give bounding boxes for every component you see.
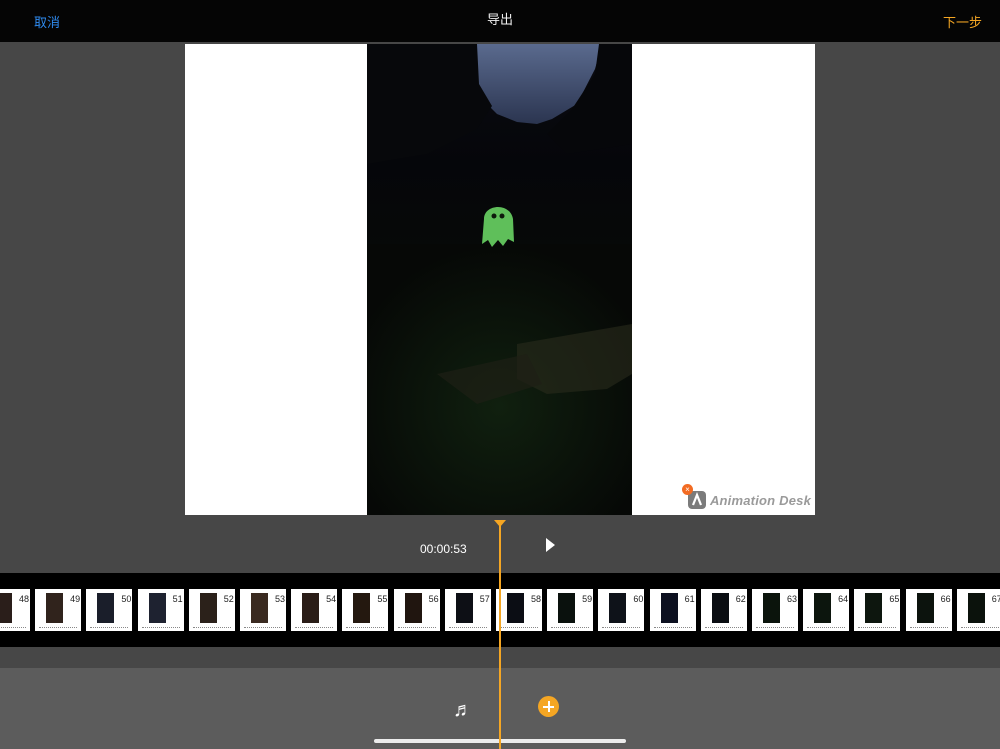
frame-thumbnail[interactable]: 61: [649, 589, 696, 631]
frame-image: [711, 593, 729, 623]
frame-thumbnail[interactable]: 50: [86, 589, 133, 631]
frame-caption-dots: [807, 627, 846, 629]
timecode: 00:00:53: [420, 542, 467, 556]
video-preview: × Animation Desk: [185, 44, 815, 515]
frame-thumbnail[interactable]: 64: [803, 589, 850, 631]
frame-caption-dots: [602, 627, 641, 629]
frame-number: 52: [223, 594, 234, 604]
frame-number: 56: [428, 594, 439, 604]
frame-number: 49: [70, 594, 81, 604]
frame-image: [763, 593, 780, 623]
frame-caption-dots: [448, 627, 487, 629]
frame-thumbnail[interactable]: 59: [547, 589, 594, 631]
scene-artwork: [367, 44, 632, 515]
frame-caption-dots: [39, 627, 78, 629]
frame-number: 60: [633, 594, 644, 604]
frame-image: [916, 593, 934, 623]
frame-image: [660, 593, 678, 623]
frame-number: 61: [684, 594, 695, 604]
music-note-icon[interactable]: ♬: [453, 699, 473, 722]
frame-number: 65: [889, 594, 900, 604]
frame-caption-dots: [756, 627, 794, 629]
frame-number: 64: [838, 594, 849, 604]
frame-caption-dots: [960, 627, 999, 629]
frame-thumbnail[interactable]: 62: [700, 589, 747, 631]
frame-image: [353, 593, 371, 623]
frame-caption-dots: [704, 627, 743, 629]
frame-thumbnail[interactable]: 67: [956, 589, 1000, 631]
frame-image: [46, 593, 64, 623]
ghost-figure: [482, 206, 514, 247]
frame-number: 67: [991, 594, 1000, 604]
frame-caption-dots: [653, 627, 692, 629]
frame-image: [251, 593, 268, 623]
frame-number: 51: [172, 594, 183, 604]
frame-image: [0, 593, 12, 623]
frame-image: [404, 593, 422, 623]
frame-thumbnail[interactable]: 57: [444, 589, 491, 631]
frame-thumbnail[interactable]: 66: [905, 589, 952, 631]
plus-circle-icon[interactable]: [538, 696, 559, 717]
frame-thumbnail[interactable]: 63: [752, 589, 798, 631]
frame-image: [97, 593, 115, 623]
frame-number: 54: [326, 594, 337, 604]
play-icon[interactable]: [546, 538, 555, 552]
frame-image: [865, 593, 883, 623]
frame-image: [302, 593, 320, 623]
frame-thumbnail[interactable]: 49: [35, 589, 82, 631]
frame-number: 58: [530, 594, 541, 604]
frame-number: 53: [274, 594, 285, 604]
frame-number: 59: [582, 594, 593, 604]
frame-caption-dots: [0, 627, 26, 629]
frame-thumbnail[interactable]: 60: [598, 589, 645, 631]
frame-thumbnail[interactable]: 48: [0, 589, 30, 631]
frame-image: [507, 593, 524, 623]
frame-caption-dots: [141, 627, 180, 629]
frame-caption-dots: [909, 627, 948, 629]
frame-caption-dots: [858, 627, 897, 629]
frame-image: [455, 593, 473, 623]
frame-thumbnail[interactable]: 65: [854, 589, 901, 631]
frame-caption-dots: [346, 627, 385, 629]
animation-desk-watermark: × Animation Desk: [681, 484, 811, 510]
frame-thumbnail[interactable]: 51: [137, 589, 184, 631]
frame-number: 66: [940, 594, 951, 604]
frame-number: 57: [479, 594, 490, 604]
animation-desk-logo-icon: ×: [681, 484, 706, 509]
next-step-button[interactable]: 下一步: [943, 12, 982, 31]
frame-thumbnail[interactable]: 53: [240, 589, 286, 631]
top-bar: 取消 导出 下一步: [0, 0, 1000, 42]
watermark-text: Animation Desk: [709, 492, 811, 508]
frame-number: 55: [377, 594, 388, 604]
frame-image: [609, 593, 627, 623]
frame-number: 50: [121, 594, 132, 604]
frame-number: 63: [786, 594, 797, 604]
frame-thumbnail[interactable]: 58: [496, 589, 542, 631]
frame-caption-dots: [551, 627, 590, 629]
frame-number: 62: [735, 594, 746, 604]
frame-caption-dots: [295, 627, 334, 629]
playhead-line[interactable]: [499, 522, 501, 749]
frame-image: [199, 593, 217, 623]
frame-number: 48: [18, 594, 29, 604]
frame-thumbnail[interactable]: 56: [393, 589, 440, 631]
frame-thumbnail[interactable]: 52: [188, 589, 235, 631]
frame-thumbnail[interactable]: 54: [291, 589, 338, 631]
video-frame: [367, 44, 632, 515]
frame-caption-dots: [90, 627, 129, 629]
frame-image: [967, 593, 985, 623]
frame-image: [814, 593, 832, 623]
frame-caption-dots: [397, 627, 436, 629]
frame-caption-dots: [244, 627, 282, 629]
frame-caption-dots: [192, 627, 231, 629]
page-title: 导出: [486, 12, 513, 27]
frame-thumbnail[interactable]: 55: [342, 589, 389, 631]
frame-caption-dots: [500, 627, 538, 629]
frame-image: [558, 593, 576, 623]
frame-image: [148, 593, 166, 623]
